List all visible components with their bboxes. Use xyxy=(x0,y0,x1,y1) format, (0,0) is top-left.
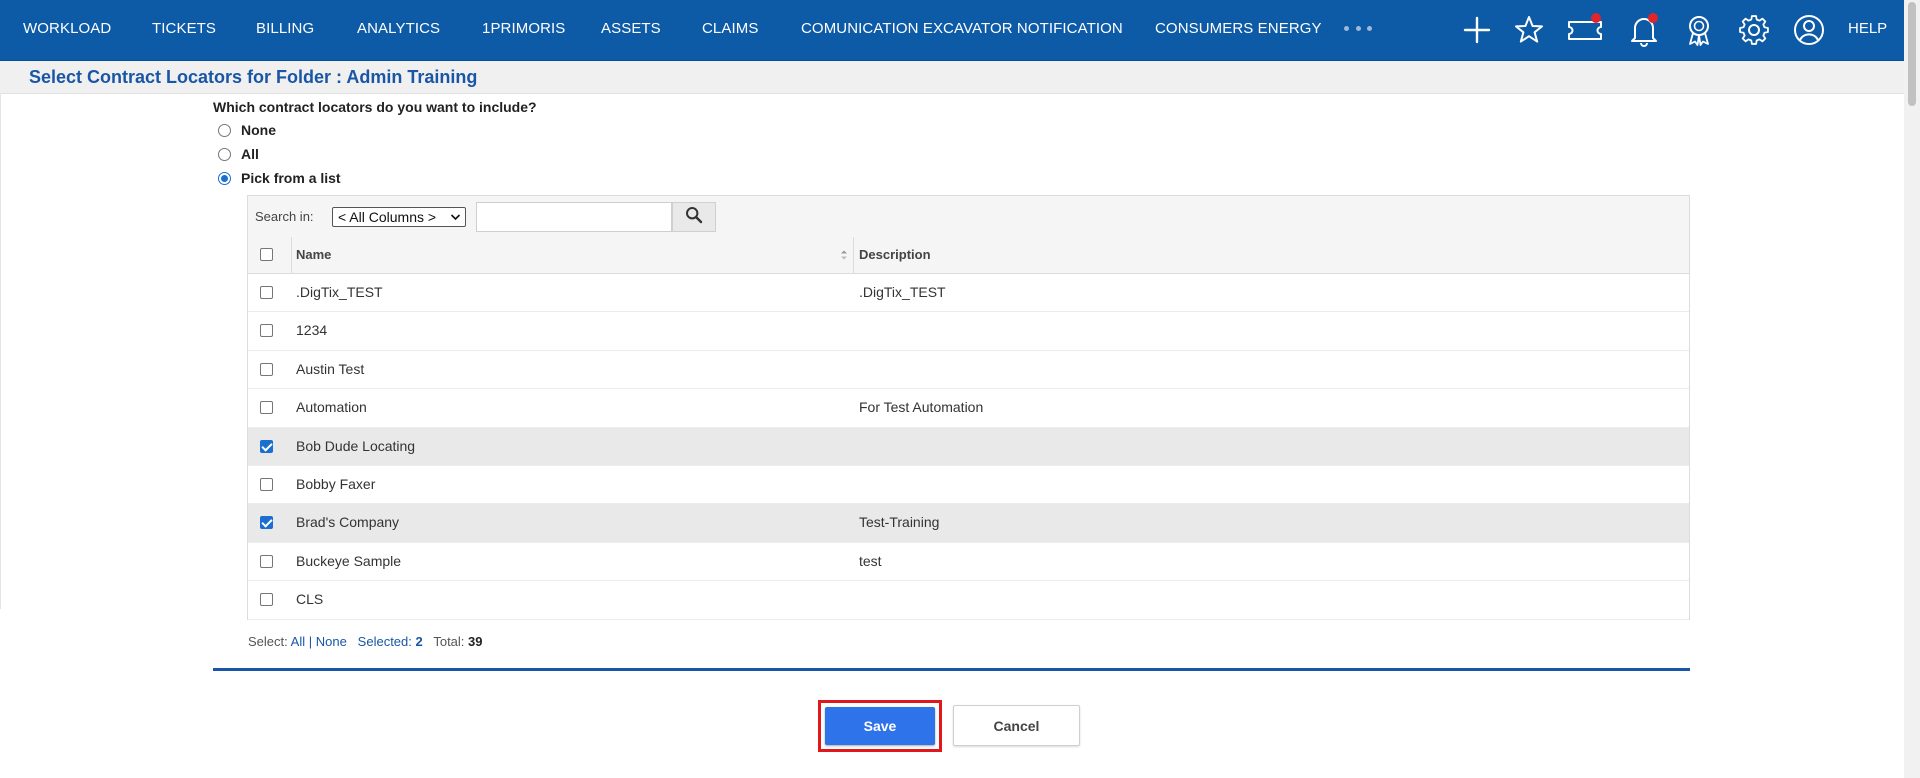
link-separator: | xyxy=(308,634,313,649)
row-checkbox[interactable] xyxy=(260,554,273,568)
left-border xyxy=(0,94,1,609)
cancel-button[interactable]: Cancel xyxy=(953,705,1080,746)
column-divider xyxy=(291,237,292,273)
save-button-highlight: Save xyxy=(818,700,942,752)
table-row[interactable]: Bob Dude Locating xyxy=(248,427,1689,466)
nav-help[interactable]: HELP xyxy=(1848,0,1887,60)
row-name: Austin Test xyxy=(296,360,365,377)
select-none-link[interactable]: None xyxy=(316,634,347,649)
column-header-name[interactable]: Name xyxy=(296,237,331,273)
row-name: 1234 xyxy=(296,322,328,339)
table-row[interactable]: Brad's Company Test-Training xyxy=(248,504,1689,543)
search-input[interactable] xyxy=(476,202,672,232)
nav-analytics[interactable]: ANALYTICS xyxy=(357,0,440,60)
column-header-description[interactable]: Description xyxy=(859,237,931,273)
selected-label: Selected: xyxy=(357,634,412,649)
radio-all[interactable]: All xyxy=(218,145,259,163)
total-count: 39 xyxy=(468,634,483,649)
gear-icon[interactable] xyxy=(1735,11,1773,49)
nav-billing[interactable]: BILLING xyxy=(256,0,314,60)
row-checkbox[interactable] xyxy=(260,286,273,299)
nav-1primoris[interactable]: 1PRIMORIS xyxy=(482,0,565,60)
table-row[interactable]: Buckeye Sample test xyxy=(248,543,1689,582)
page-scrollbar[interactable] xyxy=(1904,0,1920,778)
radio-none[interactable]: None xyxy=(218,121,276,139)
search-icon xyxy=(685,206,703,229)
nav-workload[interactable]: WORKLOAD xyxy=(23,0,111,60)
row-checkbox[interactable] xyxy=(260,593,273,607)
nav-assets[interactable]: ASSETS xyxy=(601,0,661,60)
radio-pick-from-list[interactable]: Pick from a list xyxy=(218,169,341,187)
table-row[interactable]: .DigTix_TEST .DigTix_TEST xyxy=(248,274,1689,313)
plus-icon[interactable] xyxy=(1458,11,1496,49)
grid-search-bar: Search in: < All Columns > xyxy=(248,196,1689,238)
chevron-down-icon xyxy=(450,208,461,232)
grid-rows: .DigTix_TEST .DigTix_TEST 1234 Austin Te… xyxy=(248,274,1689,620)
radio-none-button[interactable] xyxy=(218,123,231,137)
page-title: Select Contract Locators for Folder : Ad… xyxy=(29,67,478,87)
select-label: Select: xyxy=(248,634,288,649)
nav-tickets[interactable]: TICKETS xyxy=(152,0,216,60)
ticket-icon[interactable] xyxy=(1566,11,1604,49)
nav-consumers-energy[interactable]: CONSUMERS ENERGY xyxy=(1155,0,1322,60)
row-name: .DigTix_TEST xyxy=(296,284,383,300)
search-column-value: < All Columns > xyxy=(338,209,437,225)
radio-all-button[interactable] xyxy=(218,147,231,161)
row-description: For Test Automation xyxy=(859,399,984,416)
row-name: Bob Dude Locating xyxy=(296,437,416,454)
save-button[interactable]: Save xyxy=(825,707,935,745)
row-name: Automation xyxy=(296,399,367,416)
row-description: .DigTix_TEST xyxy=(859,284,946,300)
star-icon[interactable] xyxy=(1510,11,1548,49)
row-checkbox[interactable] xyxy=(260,516,273,530)
row-checkbox[interactable] xyxy=(260,477,273,491)
search-column-select[interactable]: < All Columns > xyxy=(332,207,466,227)
table-row[interactable]: Automation For Test Automation xyxy=(248,389,1689,428)
search-in-label: Search in: xyxy=(255,209,314,224)
table-row[interactable]: Bobby Faxer xyxy=(248,466,1689,505)
radio-all-label: All xyxy=(241,146,259,162)
row-checkbox[interactable] xyxy=(260,401,273,415)
table-row[interactable]: CLS xyxy=(248,581,1689,620)
selected-count: 2 xyxy=(415,634,423,649)
row-description: test xyxy=(859,552,882,569)
select-all-link[interactable]: All xyxy=(291,634,305,649)
row-checkbox[interactable] xyxy=(260,324,273,338)
radio-pick-from-list-button[interactable] xyxy=(218,171,231,185)
user-icon[interactable] xyxy=(1790,11,1828,49)
selection-summary: Select: All | None Selected: 2 Total: 39 xyxy=(248,634,483,649)
nav-comunication-excavator-notification[interactable]: COMUNICATION EXCAVATOR NOTIFICATION xyxy=(801,0,1123,60)
row-name: CLS xyxy=(296,591,324,608)
nav-claims[interactable]: CLAIMS xyxy=(702,0,758,60)
row-description: Test-Training xyxy=(859,514,940,531)
radio-none-label: None xyxy=(241,122,276,138)
row-name: Brad's Company xyxy=(296,514,400,531)
more-dots-icon[interactable] xyxy=(1344,20,1372,36)
grid-header: Name Description xyxy=(248,237,1689,274)
select-all-checkbox[interactable] xyxy=(260,248,273,261)
row-name: Buckeye Sample xyxy=(296,552,402,569)
bell-icon[interactable] xyxy=(1625,11,1663,49)
row-checkbox[interactable] xyxy=(260,362,273,376)
award-icon[interactable] xyxy=(1680,11,1718,49)
column-divider xyxy=(853,237,854,273)
row-checkbox[interactable] xyxy=(260,439,273,453)
table-row[interactable]: 1234 xyxy=(248,312,1689,351)
scrollbar-thumb[interactable] xyxy=(1908,2,1916,106)
total-label: Total: xyxy=(433,634,465,649)
include-question: Which contract locators do you want to i… xyxy=(213,99,537,115)
radio-pick-from-list-label: Pick from a list xyxy=(241,170,341,186)
section-divider xyxy=(213,668,1690,671)
table-row[interactable]: Austin Test xyxy=(248,351,1689,390)
locator-grid: Search in: < All Columns > Name Descript… xyxy=(247,195,1690,620)
row-name: Bobby Faxer xyxy=(296,475,376,492)
page-title-bar: Select Contract Locators for Folder : Ad… xyxy=(0,61,1904,94)
top-nav-bar: WORKLOAD TICKETS BILLING ANALYTICS 1PRIM… xyxy=(0,0,1904,61)
sort-icon[interactable] xyxy=(840,248,848,262)
search-button[interactable] xyxy=(672,202,716,232)
